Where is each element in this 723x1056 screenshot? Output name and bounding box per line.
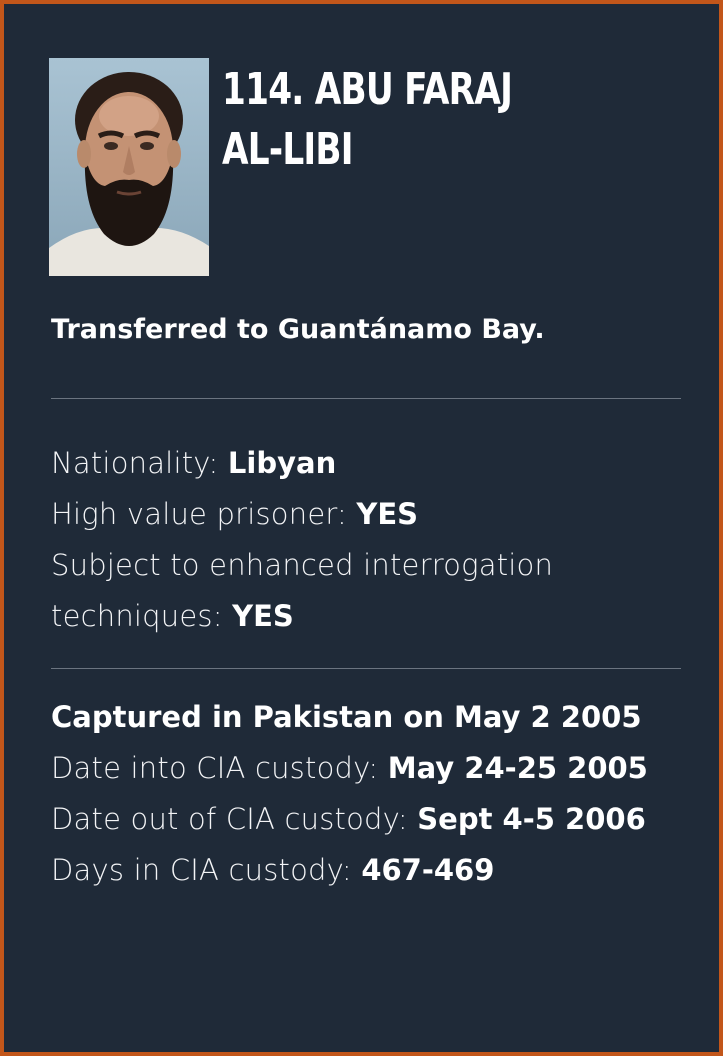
- eit-label-line2: techniques:: [51, 599, 233, 633]
- high-value-row: High value prisoner: YES: [51, 489, 691, 540]
- eit-label-line1: Subject to enhanced interrogation: [51, 548, 554, 582]
- portrait-image: [49, 58, 209, 276]
- eit-row-line2: techniques: YES: [51, 591, 691, 642]
- days-row: Days in CIA custody: 467-469: [51, 845, 691, 896]
- divider-bottom: [51, 668, 681, 669]
- nationality-label: Nationality:: [51, 446, 228, 480]
- date-out-label: Date out of CIA custody:: [51, 802, 418, 836]
- custody-section: Captured in Pakistan on May 2 2005 Date …: [51, 692, 691, 896]
- divider-top: [51, 398, 681, 399]
- eit-row-line1: Subject to enhanced interrogation: [51, 540, 691, 591]
- date-out-row: Date out of CIA custody: Sept 4-5 2006: [51, 794, 691, 845]
- transfer-status: Transferred to Guantánamo Bay.: [51, 314, 545, 345]
- eit-value: YES: [232, 599, 294, 633]
- date-into-value: May 24-25 2005: [387, 751, 648, 785]
- nationality-value: Libyan: [227, 446, 337, 480]
- title-line-2: AL-LIBI: [222, 124, 354, 175]
- portrait-photo: [49, 58, 209, 276]
- date-into-row: Date into CIA custody: May 24-25 2005: [51, 743, 691, 794]
- days-label: Days in CIA custody:: [51, 853, 362, 887]
- profile-card: 114. ABU FARAJ AL-LIBI Transferred to Gu…: [0, 0, 723, 1056]
- high-value-label: High value prisoner:: [51, 497, 357, 531]
- nationality-row: Nationality: Libyan: [51, 438, 691, 489]
- high-value-value: YES: [356, 497, 419, 531]
- date-out-value: Sept 4-5 2006: [417, 802, 646, 836]
- captured-row: Captured in Pakistan on May 2 2005: [51, 700, 642, 734]
- date-into-label: Date into CIA custody:: [51, 751, 388, 785]
- days-value: 467-469: [361, 853, 495, 887]
- details-section: Nationality: Libyan High value prisoner:…: [51, 438, 691, 642]
- prisoner-name-heading: 114. ABU FARAJ AL-LIBI: [222, 60, 581, 180]
- title-line-1: 114. ABU FARAJ: [222, 64, 513, 115]
